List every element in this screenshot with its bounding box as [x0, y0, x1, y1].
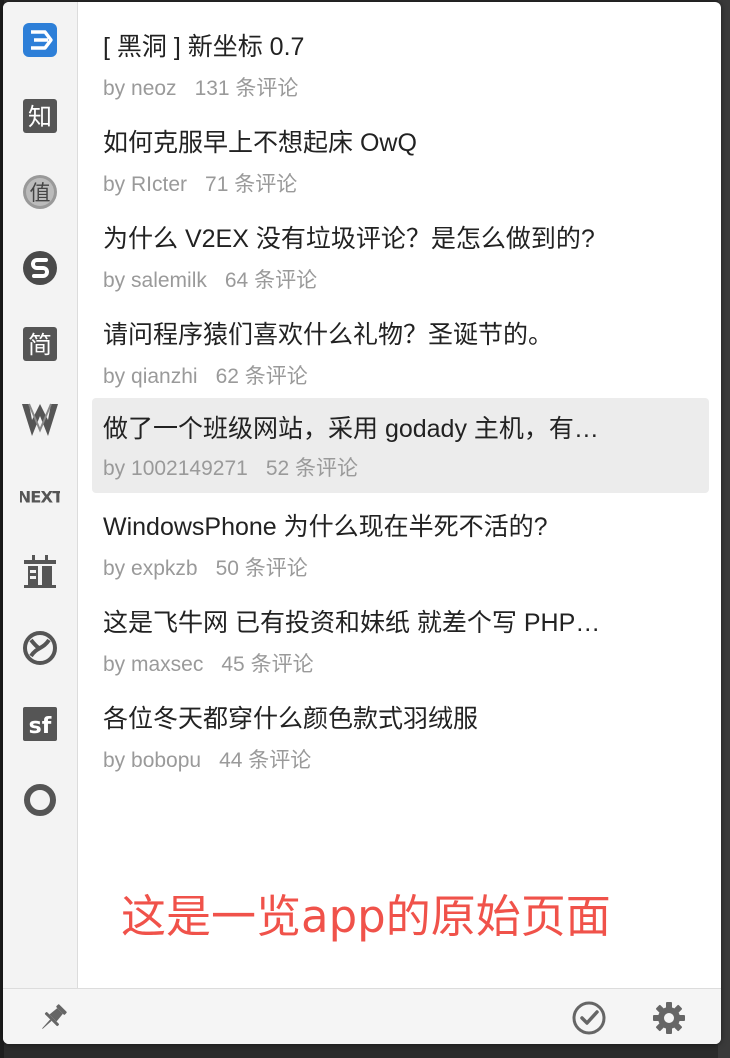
topic-author: by expkzb: [103, 557, 198, 580]
topic-meta: by bobopu 44 条评论: [103, 748, 329, 774]
topic-title[interactable]: WindowsPhone 为什么现在半死不活的?: [103, 512, 703, 542]
next-icon[interactable]: NEXT: [20, 476, 60, 516]
segmentfault-icon[interactable]: sf: [20, 704, 60, 744]
pin-icon[interactable]: [35, 1000, 71, 1036]
footer-toolbar: [3, 988, 721, 1044]
smzdm-icon[interactable]: 值: [20, 172, 60, 212]
topic-item[interactable]: 为什么 V2EX 没有垃圾评论？是怎么做到的? by salemilk 64 条评…: [92, 198, 709, 293]
topic-item[interactable]: 如何克服早上不想起床 OwQ by RIcter 71 条评论: [92, 102, 709, 197]
topic-item[interactable]: 这是飞牛网 已有投资和妹纸 就差个写 PHP… by maxsec 45 条评论: [92, 582, 709, 677]
topic-author: by 1002149271: [103, 457, 248, 480]
topic-comments: 62 条评论: [215, 365, 308, 388]
topic-title[interactable]: 这是飞牛网 已有投资和妹纸 就差个写 PHP…: [103, 608, 703, 638]
segment-s-icon[interactable]: [20, 248, 60, 288]
topic-comments: 64 条评论: [224, 269, 318, 292]
topic-author: by neoz: [103, 77, 177, 100]
topic-meta: by salemilk 64 条评论: [103, 268, 335, 294]
topic-meta: by maxsec 45 条评论: [103, 652, 332, 678]
check-circle-icon[interactable]: [571, 1000, 607, 1036]
svg-text:sf: sf: [29, 714, 52, 739]
topic-comments: 71 条评论: [205, 173, 298, 196]
topic-meta: by 1002149271 52 条评论: [103, 456, 376, 482]
source-sidebar: 知 值 简 NEXT sf: [3, 2, 78, 988]
topic-meta: by RIcter 71 条评论: [103, 172, 315, 198]
topic-author: by bobopu: [103, 749, 202, 772]
topic-title[interactable]: 如何克服早上不想起床 OwQ: [103, 128, 703, 158]
topic-meta: by qianzhi 62 条评论: [103, 364, 326, 390]
topic-title[interactable]: 各位冬天都穿什么颜色款式羽绒服: [103, 704, 703, 734]
svg-text:简: 简: [28, 331, 52, 359]
svg-text:知: 知: [28, 103, 52, 131]
knot-icon[interactable]: [20, 628, 60, 668]
svg-text:值: 值: [30, 181, 51, 205]
topic-title[interactable]: 请问程序猿们喜欢什么礼物？圣诞节的。: [103, 320, 703, 350]
topic-meta: by neoz 131 条评论: [103, 76, 316, 102]
topic-item[interactable]: WindowsPhone 为什么现在半死不活的? by expkzb 50 条评论: [92, 486, 709, 581]
topic-title[interactable]: 做了一个班级网站，采用 godady 主机，有…: [103, 414, 703, 444]
svg-text:NEXT: NEXT: [20, 487, 60, 506]
topic-comments: 52 条评论: [265, 457, 359, 480]
topic-author: by maxsec: [103, 653, 204, 676]
topic-author: by RIcter: [103, 173, 188, 196]
topic-comments: 45 条评论: [221, 653, 314, 676]
topic-item[interactable]: 请问程序猿们喜欢什么礼物？圣诞节的。 by qianzhi 62 条评论: [92, 294, 709, 389]
topic-item[interactable]: [ 黑洞 ] 新坐标 0.7 by neoz 131 条评论: [92, 6, 709, 101]
gear-icon[interactable]: [651, 1000, 687, 1036]
topic-title[interactable]: [ 黑洞 ] 新坐标 0.7: [103, 32, 703, 62]
annotation-note: 这是一览app的原始页面: [121, 890, 611, 943]
topic-author: by qianzhi: [103, 365, 198, 388]
topic-comments: 44 条评论: [219, 749, 312, 772]
qianduan-icon[interactable]: [20, 552, 60, 592]
topic-list: [ 黑洞 ] 新坐标 0.7 by neoz 131 条评论 如何克服早上不想起床…: [78, 2, 721, 988]
topic-comments: 131 条评论: [194, 77, 299, 100]
v2ex-icon[interactable]: [20, 20, 60, 60]
topic-author: by salemilk: [103, 269, 207, 292]
jianshu-icon[interactable]: 简: [20, 324, 60, 364]
popup-panel: 知 值 简 NEXT sf [ 黑洞 ] 新坐标 0.7: [3, 2, 721, 1044]
w-logo-icon[interactable]: [20, 400, 60, 440]
topic-comments: 50 条评论: [215, 557, 308, 580]
topic-title[interactable]: 为什么 V2EX 没有垃圾评论？是怎么做到的?: [103, 224, 703, 254]
topic-item[interactable]: 各位冬天都穿什么颜色款式羽绒服 by bobopu 44 条评论: [92, 678, 709, 773]
topic-item-selected[interactable]: 做了一个班级网站，采用 godady 主机，有… by 1002149271 52…: [92, 398, 709, 493]
zhihu-icon[interactable]: 知: [20, 96, 60, 136]
topic-meta: by expkzb 50 条评论: [103, 556, 326, 582]
ring-icon[interactable]: [20, 780, 60, 820]
